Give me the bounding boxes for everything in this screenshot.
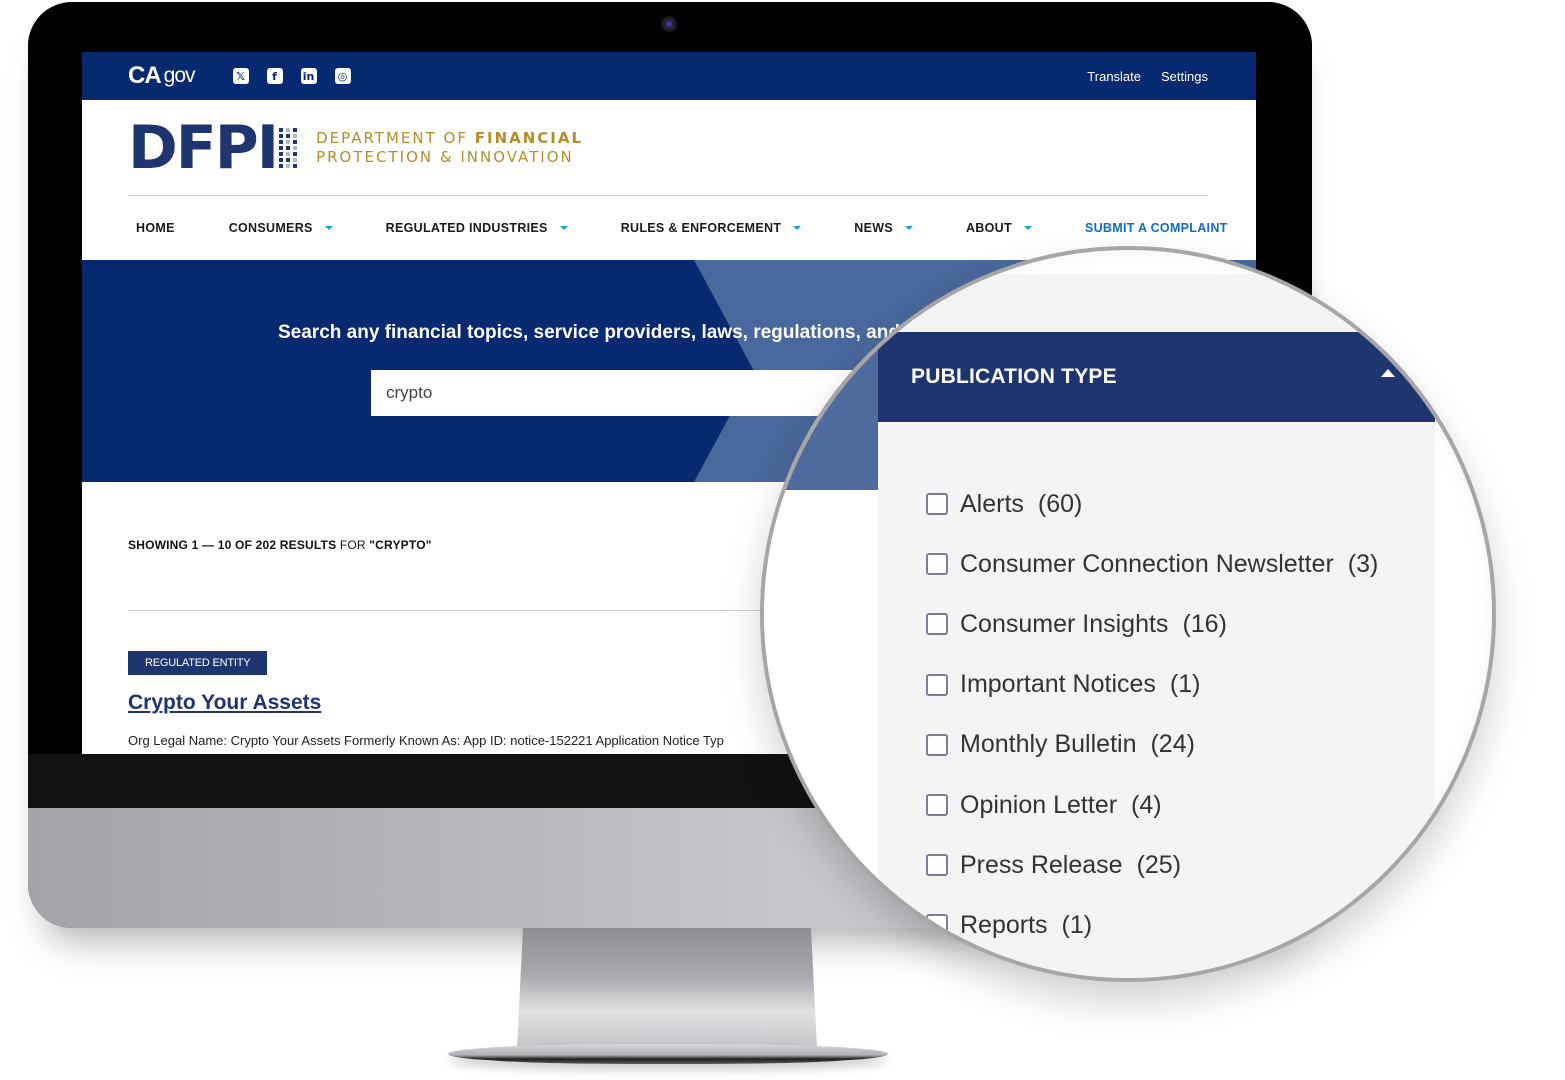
option-count: (16) <box>1182 609 1227 638</box>
facebook-icon[interactable]: f <box>266 68 283 84</box>
monitor-stand-base <box>448 1044 888 1064</box>
ca-logo-mark: CA <box>128 62 162 89</box>
dept-name-line1-bold: FINANCIAL <box>474 129 584 147</box>
option-count: (25) <box>1136 850 1182 879</box>
settings-link[interactable]: Settings <box>1161 69 1208 84</box>
filter-title: PUBLICATION TYPE <box>911 365 1117 388</box>
nav-news-label: NEWS <box>854 221 893 235</box>
results-count-for: FOR <box>336 538 370 552</box>
nav-home[interactable]: HOME <box>136 221 175 235</box>
utility-links: Translate Settings <box>1087 69 1208 84</box>
option-count: (24) <box>1150 730 1195 759</box>
option-name: Alerts <box>960 489 1024 518</box>
nav-regulated-industries-label: REGULATED INDUSTRIES <box>385 221 548 235</box>
option-count: (3) <box>1347 549 1379 578</box>
caret-up-icon[interactable] <box>1381 369 1395 377</box>
dfpi-letters-main: DFP <box>128 113 259 183</box>
option-count: (1) <box>1169 670 1201 699</box>
magnifier-callout: PUBLICATION TYPE Alerts (60) Consumer Con… <box>760 246 1496 982</box>
filter-option-label: Important Notices (1) <box>960 670 1200 699</box>
filter-option-label: Monthly Bulletin (24) <box>960 730 1195 759</box>
nav-regulated-industries[interactable]: REGULATED INDUSTRIES <box>386 221 568 235</box>
caret-down-icon <box>904 226 913 230</box>
magnifier-page-bg <box>764 490 878 978</box>
filter-option-label: Reports (1) <box>960 911 1092 940</box>
filter-option-label: Opinion Letter (4) <box>960 791 1162 820</box>
header-divider <box>128 195 1208 196</box>
filter-option-consumer-insights[interactable]: Consumer Insights (16) <box>926 594 1378 654</box>
filter-option-label: Consumer Insights (16) <box>960 610 1227 639</box>
nav-about-label: ABOUT <box>965 221 1012 235</box>
checkbox[interactable] <box>926 553 948 576</box>
nav-rules-enforcement[interactable]: RULES & ENFORCEMENT <box>621 221 802 235</box>
option-count: (1) <box>1061 910 1093 939</box>
filter-option-press-release[interactable]: Press Release (25) <box>926 835 1378 895</box>
ca-logo-suffix: gov <box>163 64 196 87</box>
option-name: Consumer Connection Newsletter <box>960 549 1334 578</box>
nav-about[interactable]: ABOUT <box>966 221 1032 235</box>
social-links: 𝕏 f in ◎ <box>232 68 351 84</box>
nav-rules-enforcement-label: RULES & ENFORCEMENT <box>620 221 782 235</box>
nav-news[interactable]: NEWS <box>854 221 913 235</box>
caret-down-icon <box>793 226 802 230</box>
checkbox[interactable] <box>926 854 948 877</box>
department-name: DEPARTMENT OF FINANCIAL PROTECTION & INN… <box>316 129 583 167</box>
caret-down-icon <box>324 226 333 230</box>
checkbox[interactable] <box>926 914 948 937</box>
magnifier-content: PUBLICATION TYPE Alerts (60) Consumer Con… <box>764 250 1492 978</box>
filter-option-reports[interactable]: Reports (1) <box>926 895 1378 955</box>
filter-option-label: Consumer Connection Newsletter (3) <box>960 550 1378 579</box>
nav-submit-complaint[interactable]: SUBMIT A COMPLAINT <box>1085 221 1228 235</box>
dept-name-line1: DEPARTMENT OF <box>316 129 475 147</box>
instagram-icon[interactable]: ◎ <box>334 68 351 84</box>
dfpi-logo[interactable]: DFPI DEPARTMENT OF FINANCIAL PROTECTION … <box>128 118 583 178</box>
caret-down-icon <box>1023 226 1032 230</box>
translate-link[interactable]: Translate <box>1087 69 1141 84</box>
caret-down-icon <box>559 226 568 230</box>
linkedin-icon[interactable]: in <box>300 68 317 84</box>
filter-option-label: Press Release (25) <box>960 851 1181 880</box>
filter-option-label: Alerts (60) <box>960 490 1082 519</box>
filter-header-toggle[interactable]: PUBLICATION TYPE <box>878 332 1435 422</box>
filter-option-consumer-connection-newsletter[interactable]: Consumer Connection Newsletter (3) <box>926 534 1378 594</box>
camera-icon <box>661 16 677 32</box>
option-count: (4) <box>1131 790 1162 819</box>
results-count-query: "CRYPTO" <box>369 538 432 552</box>
dfpi-logo-letters: DFPI <box>128 118 279 178</box>
checkbox[interactable] <box>926 613 948 636</box>
checkbox[interactable] <box>926 794 948 817</box>
checkbox[interactable] <box>926 493 948 516</box>
option-count: (60) <box>1037 489 1083 518</box>
filter-option-monthly-bulletin[interactable]: Monthly Bulletin (24) <box>926 715 1378 775</box>
dept-name-line2: PROTECTION & INNOVATION <box>316 148 574 166</box>
option-name: Important Notices <box>960 670 1156 699</box>
option-name: Consumer Insights <box>960 609 1169 638</box>
pixel-dots-icon <box>279 128 298 168</box>
nav-consumers-label: CONSUMERS <box>228 221 313 235</box>
dfpi-letter-i: I <box>256 113 279 183</box>
dfpi-header: DFPI DEPARTMENT OF FINANCIAL PROTECTION … <box>82 100 1256 196</box>
x-icon[interactable]: 𝕏 <box>232 68 249 84</box>
option-name: Opinion Letter <box>960 790 1118 819</box>
results-count-range: SHOWING 1 — 10 OF 202 RESULTS <box>128 538 337 552</box>
option-name: Monthly Bulletin <box>960 730 1137 759</box>
option-name: Press Release <box>960 850 1123 879</box>
option-name: Reports <box>960 910 1048 939</box>
nav-home-label: HOME <box>136 221 175 235</box>
result-type-badge: REGULATED ENTITY <box>128 651 268 675</box>
filter-options: Alerts (60) Consumer Connection Newslette… <box>926 474 1378 956</box>
filter-option-alerts[interactable]: Alerts (60) <box>926 474 1378 534</box>
checkbox[interactable] <box>926 733 948 756</box>
ca-gov-logo[interactable]: CA gov <box>128 62 196 90</box>
filter-option-opinion-letter[interactable]: Opinion Letter (4) <box>926 775 1378 835</box>
checkbox[interactable] <box>926 673 948 696</box>
filter-option-important-notices[interactable]: Important Notices (1) <box>926 655 1378 715</box>
nav-submit-complaint-label: SUBMIT A COMPLAINT <box>1084 221 1228 235</box>
ca-gov-topbar: CA gov 𝕏 f in ◎ Translate Settings <box>82 52 1256 100</box>
nav-consumers[interactable]: CONSUMERS <box>229 221 333 235</box>
